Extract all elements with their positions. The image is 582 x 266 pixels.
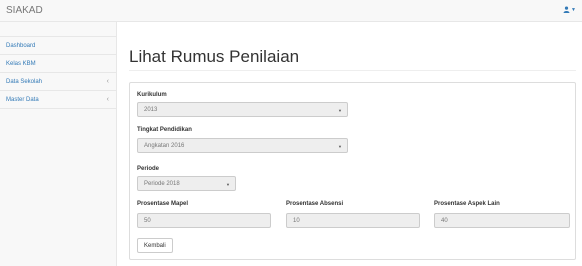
page-title: Lihat Rumus Penilaian (129, 47, 300, 66)
kurikulum-select[interactable]: 2013 ▼ (137, 102, 348, 117)
prosentase-absensi-value: 10 (293, 217, 300, 224)
title-divider (129, 70, 576, 71)
chevron-down-icon: ▼ (338, 144, 342, 149)
caret-down-icon: ▼ (571, 6, 576, 13)
sidebar-item-dashboard[interactable]: Dashboard (0, 37, 116, 55)
user-icon (563, 6, 570, 13)
kurikulum-label: Kurikulum (137, 92, 167, 98)
prosentase-mapel-label: Prosentase Mapel (137, 201, 189, 207)
sidebar-item-label: Data Sekolah (6, 78, 43, 85)
prosentase-aspek-lain-value: 40 (441, 217, 448, 224)
periode-label: Periode (137, 166, 160, 172)
sidebar-item-master-data[interactable]: Master Data ‹ (0, 91, 116, 109)
form-panel: Kurikulum 2013 ▼ Tingkat Pendidikan Angk… (129, 82, 576, 260)
periode-value: Periode 2018 (144, 180, 180, 187)
chevron-down-icon: ▼ (338, 108, 342, 113)
chevron-left-icon: ‹ (106, 96, 109, 103)
top-navbar: SIAKAD ▼ (0, 0, 582, 22)
prosentase-aspek-lain-field[interactable]: 40 (434, 213, 570, 228)
tingkat-pendidikan-label: Tingkat Pendidikan (137, 127, 192, 133)
sidebar-item-label: Master Data (6, 96, 39, 103)
sidebar-top-spacer (0, 22, 116, 37)
kembali-button[interactable]: Kembali (137, 238, 173, 253)
prosentase-aspek-lain-label: Prosentase Aspek Lain (434, 201, 500, 207)
sidebar-item-label: Dashboard (6, 42, 36, 49)
kurikulum-value: 2013 (144, 106, 158, 113)
sidebar-item-kelas-kbm[interactable]: Kelas KBM (0, 55, 116, 73)
prosentase-mapel-value: 50 (144, 217, 151, 224)
prosentase-mapel-field[interactable]: 50 (137, 213, 271, 228)
brand-link[interactable]: SIAKAD (6, 5, 43, 16)
chevron-left-icon: ‹ (106, 78, 109, 85)
prosentase-absensi-field[interactable]: 10 (286, 213, 420, 228)
prosentase-absensi-label: Prosentase Absensi (286, 201, 344, 207)
user-dropdown-toggle[interactable]: ▼ (563, 6, 576, 13)
chevron-down-icon: ▼ (226, 182, 230, 187)
periode-select[interactable]: Periode 2018 ▼ (137, 176, 236, 191)
tingkat-pendidikan-value: Angkatan 2016 (144, 142, 185, 149)
sidebar-item-data-sekolah[interactable]: Data Sekolah ‹ (0, 73, 116, 91)
tingkat-pendidikan-select[interactable]: Angkatan 2016 ▼ (137, 138, 348, 153)
sidebar-item-label: Kelas KBM (6, 60, 36, 67)
sidebar: Dashboard Kelas KBM Data Sekolah ‹ Maste… (0, 22, 117, 266)
